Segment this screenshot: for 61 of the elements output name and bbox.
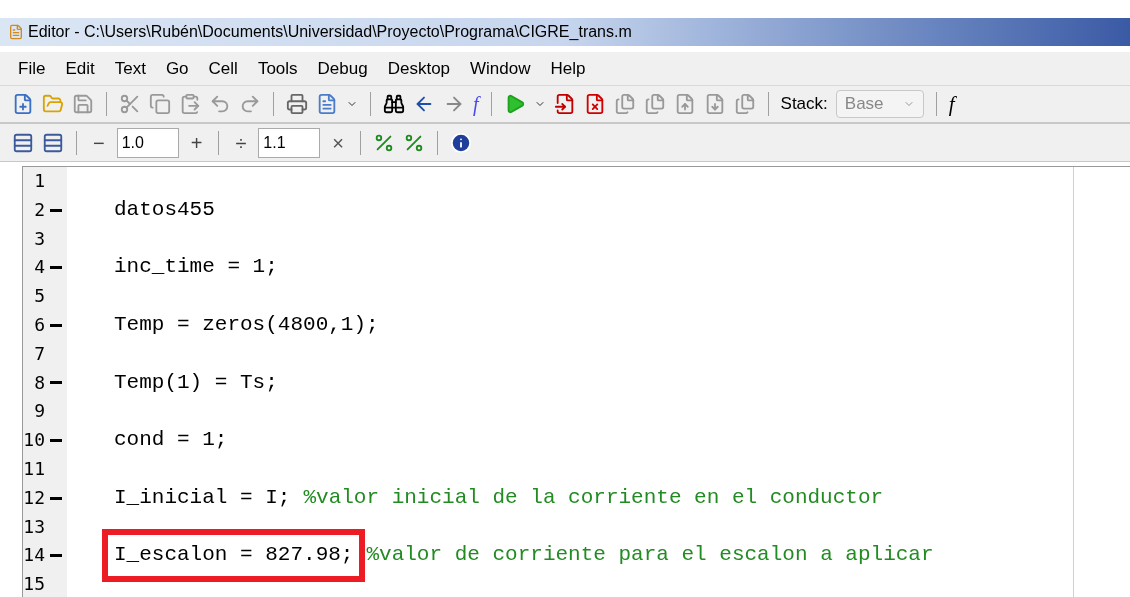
- line-number: 1: [33, 169, 45, 193]
- code-text: I_escalon = 827.98;: [114, 543, 354, 567]
- stack-label: Stack:: [780, 93, 828, 116]
- times-button[interactable]: ×: [328, 127, 349, 158]
- line-number: 15: [23, 572, 45, 597]
- info-icon[interactable]: [450, 131, 473, 154]
- menu-item[interactable]: Help: [540, 55, 596, 82]
- code-comment: %valor inicial de la corriente en el conductor: [303, 484, 884, 511]
- files-icon[interactable]: [613, 93, 636, 115]
- menu-item[interactable]: Cell: [198, 55, 248, 82]
- code-text: Temp(1) = Ts;: [114, 369, 278, 396]
- line-number: 10: [23, 428, 45, 453]
- code-text: inc_time = 1;: [114, 254, 278, 281]
- printer-icon[interactable]: [286, 93, 308, 115]
- undo-icon[interactable]: [209, 93, 231, 115]
- editor-icon: [8, 24, 24, 40]
- scissors-icon[interactable]: [119, 93, 141, 115]
- redo-icon[interactable]: [239, 93, 261, 115]
- menu-item[interactable]: Debug: [307, 55, 378, 82]
- function-button[interactable]: f: [473, 89, 479, 119]
- files-icon[interactable]: [733, 93, 756, 115]
- line-number: 6: [33, 313, 45, 337]
- line-number: 3: [33, 226, 45, 251]
- line-number: 9: [33, 399, 45, 424]
- window-title: Editor - C:\Users\Rubén\Documents\Universidad\Proyecto\Programa\CIGRE_trans.m: [28, 22, 632, 42]
- plus-button[interactable]: +: [186, 127, 207, 158]
- new-file-icon[interactable]: [12, 93, 34, 115]
- menu-item[interactable]: Tools: [247, 55, 308, 82]
- folder-icon[interactable]: [42, 93, 64, 115]
- code-text: cond = 1;: [114, 427, 228, 454]
- rows-icon[interactable]: [42, 131, 64, 154]
- menu-item[interactable]: File: [8, 55, 56, 82]
- decrement-field[interactable]: 1.0: [116, 127, 179, 158]
- binoculars-icon[interactable]: [383, 93, 405, 115]
- function-button[interactable]: f: [948, 90, 959, 118]
- line-number: 4: [33, 255, 45, 280]
- save-icon[interactable]: [72, 93, 94, 115]
- files-icon[interactable]: [643, 93, 666, 115]
- line-number: 13: [23, 514, 45, 539]
- paste-icon[interactable]: [179, 93, 201, 115]
- line-number: 5: [33, 284, 45, 309]
- document-icon[interactable]: [316, 93, 338, 115]
- menu-item[interactable]: Text: [104, 55, 156, 82]
- line-number: 8: [33, 370, 45, 395]
- line-number: 7: [33, 341, 45, 366]
- code-text: datos455: [114, 196, 215, 223]
- line-number: 2: [33, 197, 45, 222]
- menu-item[interactable]: Edit: [55, 55, 105, 82]
- divide-button[interactable]: ÷: [231, 127, 251, 158]
- code-comment: %valor de corriente para el escalon a aplicar: [366, 542, 934, 569]
- line-number: 12: [23, 485, 45, 510]
- factor-field[interactable]: 1.1: [258, 127, 321, 158]
- line-number: 14: [23, 543, 45, 568]
- minus-button[interactable]: −: [89, 127, 109, 158]
- line-number: 11: [23, 456, 45, 481]
- menu-item[interactable]: Window: [460, 55, 541, 82]
- code-text: Temp = zeros(4800,1);: [114, 312, 379, 338]
- code-text: I_inicial = I;: [114, 484, 291, 511]
- menu-item[interactable]: Go: [155, 55, 199, 82]
- copy-icon[interactable]: [149, 93, 171, 115]
- menu-item[interactable]: Desktop: [377, 55, 461, 82]
